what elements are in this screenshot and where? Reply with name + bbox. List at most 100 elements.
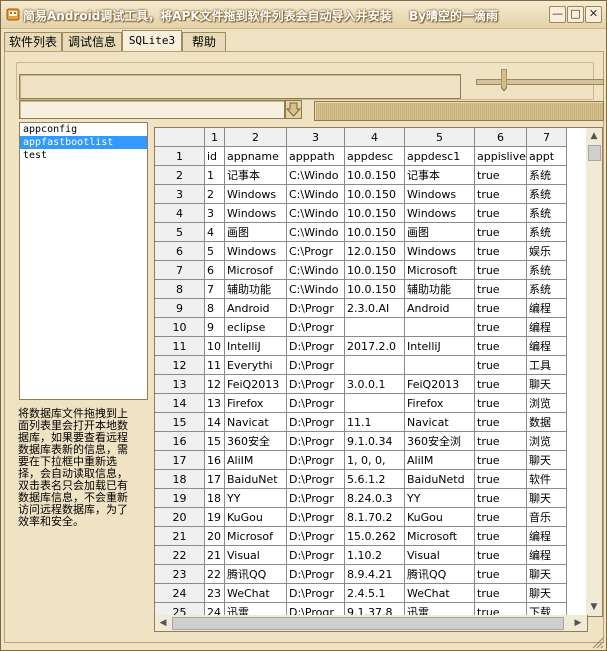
grid-cell[interactable]: 5 (205, 242, 225, 261)
grid-cell[interactable]: 系统 (527, 280, 567, 299)
grid-cell[interactable]: 音乐 (527, 508, 567, 527)
grid-cell[interactable]: true (475, 166, 527, 185)
grid-cell[interactable]: C:\Windo (287, 223, 345, 242)
grid-cell[interactable]: true (475, 451, 527, 470)
grid-cell[interactable]: 画图 (405, 223, 475, 242)
scroll-up-icon[interactable]: ▲ (587, 129, 601, 143)
grid-cell[interactable]: true (475, 261, 527, 280)
grid-cell[interactable]: appislive (475, 147, 527, 166)
data-grid[interactable]: 1 2 3 4 5 6 7 1 id appname apppath appdesc appdesc1 a… (154, 127, 588, 617)
row-header[interactable]: 15 (155, 413, 205, 432)
grid-cell[interactable]: BaiduNetd (405, 470, 475, 489)
grid-cell[interactable]: 18 (205, 489, 225, 508)
grid-cell[interactable]: true (475, 470, 527, 489)
row-header[interactable]: 24 (155, 584, 205, 603)
grid-cell[interactable]: C:\Progr (287, 242, 345, 261)
grid-cell[interactable]: apppath (287, 147, 345, 166)
grid-cell[interactable]: FeiQ2013 (405, 375, 475, 394)
grid-cell[interactable]: Visual (225, 546, 287, 565)
grid-cell[interactable]: appdesc1 (405, 147, 475, 166)
grid-cell[interactable]: 3.0.0.1 (345, 375, 405, 394)
grid-cell[interactable]: id (205, 147, 225, 166)
row-header[interactable]: 14 (155, 394, 205, 413)
grid-cell[interactable]: 编程 (527, 527, 567, 546)
grid-cell[interactable]: 5.6.1.2 (345, 470, 405, 489)
horizontal-scrollbar[interactable]: ◀ ▶ (154, 615, 588, 632)
grid-cell[interactable]: true (475, 508, 527, 527)
grid-cell[interactable]: D:\Progr (287, 432, 345, 451)
row-header[interactable]: 8 (155, 280, 205, 299)
grid-cell[interactable]: IntelliJ (405, 337, 475, 356)
column-header[interactable]: 5 (405, 128, 475, 147)
table-list-item[interactable]: test (20, 149, 147, 162)
grid-cell[interactable]: true (475, 280, 527, 299)
row-header[interactable]: 6 (155, 242, 205, 261)
grid-cell[interactable]: 8.9.4.21 (345, 565, 405, 584)
grid-cell[interactable]: IntelliJ (225, 337, 287, 356)
grid-cell[interactable]: FeiQ2013 (225, 375, 287, 394)
remote-db-dropdown[interactable] (19, 100, 303, 119)
grid-cell[interactable]: true (475, 394, 527, 413)
grid-cell[interactable]: C:\Windo (287, 185, 345, 204)
grid-cell[interactable]: Firefox (225, 394, 287, 413)
grid-cell[interactable]: Everythi (225, 356, 287, 375)
grid-cell[interactable]: 360安全浏 (405, 432, 475, 451)
grid-cell[interactable]: Windows (405, 204, 475, 223)
grid-cell[interactable]: D:\Progr (287, 584, 345, 603)
grid-cell[interactable]: 2.3.0.AI (345, 299, 405, 318)
grid-cell[interactable]: 编程 (527, 546, 567, 565)
grid-cell[interactable]: D:\Progr (287, 489, 345, 508)
grid-cell[interactable] (405, 356, 475, 375)
grid-cell[interactable]: 11 (205, 356, 225, 375)
grid-cell[interactable]: 编程 (527, 318, 567, 337)
grid-cell[interactable]: 8.1.70.2 (345, 508, 405, 527)
grid-cell[interactable] (405, 318, 475, 337)
grid-cell[interactable]: 2017.2.0 (345, 337, 405, 356)
vertical-scroll-thumb[interactable] (588, 145, 601, 161)
grid-cell[interactable]: true (475, 375, 527, 394)
close-button[interactable]: ✕ (585, 6, 602, 23)
grid-cell[interactable]: true (475, 318, 527, 337)
column-header[interactable]: 2 (225, 128, 287, 147)
grid-cell[interactable]: KuGou (225, 508, 287, 527)
scroll-down-icon[interactable]: ▼ (587, 600, 601, 614)
column-header[interactable]: 3 (287, 128, 345, 147)
grid-cell[interactable]: 画图 (225, 223, 287, 242)
grid-cell[interactable]: 20 (205, 527, 225, 546)
grid-cell[interactable]: 22 (205, 565, 225, 584)
grid-cell[interactable]: true (475, 432, 527, 451)
grid-cell[interactable]: D:\Progr (287, 546, 345, 565)
grid-cell[interactable]: 1 (205, 166, 225, 185)
grid-cell[interactable]: 13 (205, 394, 225, 413)
column-header[interactable]: 7 (527, 128, 567, 147)
table-list[interactable]: appconfig appfastbootlist test (19, 122, 148, 400)
grid-cell[interactable]: D:\Progr (287, 337, 345, 356)
row-header[interactable]: 21 (155, 527, 205, 546)
grid-cell[interactable]: 14 (205, 413, 225, 432)
grid-cell[interactable]: 10.0.150 (345, 223, 405, 242)
tab-debug-info[interactable]: 调试信息 (62, 32, 122, 52)
grid-cell[interactable]: true (475, 565, 527, 584)
grid-cell[interactable]: 娱乐 (527, 242, 567, 261)
grid-cell[interactable]: 编程 (527, 299, 567, 318)
grid-cell[interactable]: Windows (405, 242, 475, 261)
grid-cell[interactable]: 腾讯QQ (405, 565, 475, 584)
grid-cell[interactable]: 2.4.5.1 (345, 584, 405, 603)
grid-cell[interactable]: 10.0.150 (345, 261, 405, 280)
grid-cell[interactable]: 17 (205, 470, 225, 489)
grid-cell[interactable]: 23 (205, 584, 225, 603)
row-header[interactable]: 17 (155, 451, 205, 470)
table-list-item[interactable]: appconfig (20, 123, 147, 136)
tab-software-list[interactable]: 软件列表 (4, 32, 62, 52)
grid-cell[interactable]: YY (225, 489, 287, 508)
row-header[interactable]: 3 (155, 185, 205, 204)
grid-cell[interactable]: KuGou (405, 508, 475, 527)
row-header[interactable]: 22 (155, 546, 205, 565)
row-header[interactable]: 13 (155, 375, 205, 394)
grid-cell[interactable]: Android (405, 299, 475, 318)
grid-cell[interactable]: D:\Progr (287, 508, 345, 527)
grid-cell[interactable]: appdesc (345, 147, 405, 166)
grid-cell[interactable]: 6 (205, 261, 225, 280)
column-header[interactable]: 4 (345, 128, 405, 147)
grid-cell[interactable]: true (475, 356, 527, 375)
